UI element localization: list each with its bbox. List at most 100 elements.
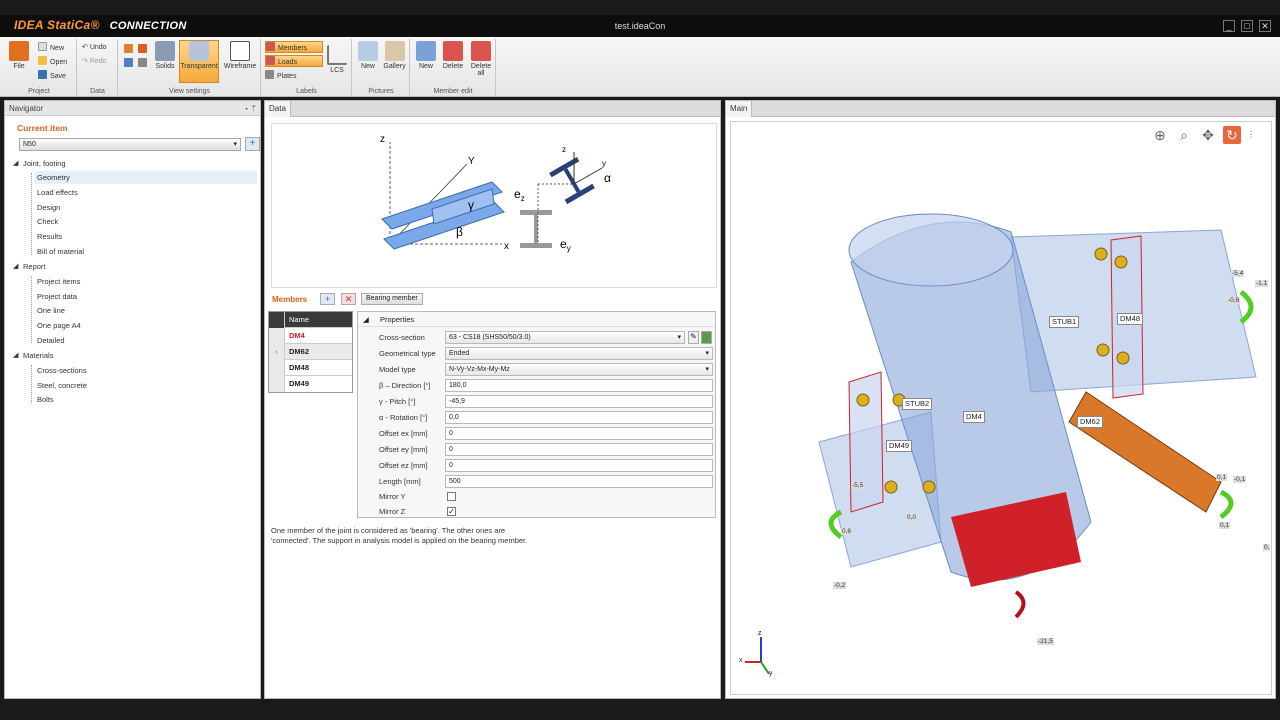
gallery-button[interactable]: Gallery xyxy=(381,41,408,70)
mirror-y-checkbox[interactable] xyxy=(447,492,456,501)
collapse-icon[interactable]: ◢ xyxy=(363,312,369,327)
transparent-icon xyxy=(189,41,209,61)
section-symbol xyxy=(520,152,603,248)
save-button[interactable]: Save xyxy=(38,70,66,82)
title-bar: IDEA StatiCa® CONNECTION test.ideaCon _ □… xyxy=(0,15,1280,37)
plates-label-icon xyxy=(265,70,274,79)
rotation-field[interactable]: 0,0 xyxy=(445,411,713,424)
new-button[interactable]: New xyxy=(38,42,64,54)
tree-line xyxy=(31,276,32,343)
loads-label-toggle[interactable]: Loads xyxy=(265,55,323,67)
tree-item-one-line[interactable]: One line xyxy=(37,304,65,317)
delete-member-button[interactable]: ✕ xyxy=(341,293,356,305)
dm49-plate xyxy=(848,371,884,513)
load-value: 0, xyxy=(1263,544,1271,551)
rotate-icon[interactable] xyxy=(124,58,133,67)
picture-new-button[interactable]: New xyxy=(356,41,380,70)
lcs-button[interactable]: LCS xyxy=(325,45,349,74)
tree-item-bill-of-material[interactable]: Bill of material xyxy=(37,245,84,258)
prop-geometrical-type: Geometrical type Ended ▾ xyxy=(374,346,715,361)
undo-button[interactable]: ↶ Undo xyxy=(82,42,107,54)
edit-icon[interactable]: ✎ xyxy=(688,331,699,344)
wireframe-icon xyxy=(230,41,250,61)
label-dm4: DM4 xyxy=(963,411,985,423)
open-button[interactable]: Open xyxy=(38,56,67,68)
fig-ez-label: ez xyxy=(514,187,525,203)
offset-ez-field[interactable]: 0 xyxy=(445,459,713,472)
wireframe-button[interactable]: Wireframe xyxy=(221,41,259,70)
member-new-button[interactable]: New xyxy=(414,41,438,70)
tree-item-steel-concrete[interactable]: Steel, concrete xyxy=(37,379,87,392)
plates-label-toggle[interactable]: Plates xyxy=(265,70,296,82)
add-member-button[interactable]: + xyxy=(320,293,335,305)
chevron-down-icon: ▾ xyxy=(677,334,681,341)
cross-section-select[interactable]: 63 - CS18 (SHS50/50/3.0) ▾ xyxy=(445,331,685,344)
prop-model-type: Model type N-Vy-Vz-Mx-My-Mz ▾ xyxy=(374,362,715,377)
redo-button[interactable]: ↷ Redo xyxy=(82,56,107,68)
tree-item-bolts[interactable]: Bolts xyxy=(37,393,54,406)
current-item-select[interactable]: N50 ▾ xyxy=(19,138,241,151)
transparent-button[interactable]: Transparent xyxy=(179,40,219,83)
table-row[interactable]: DM4 xyxy=(269,328,352,344)
tree-item-project-items[interactable]: Project items xyxy=(37,275,80,288)
members-table-header: Name xyxy=(269,312,352,328)
members-label-toggle[interactable]: Members xyxy=(265,41,323,53)
3d-model xyxy=(745,213,1257,675)
tree-item-project-data[interactable]: Project data xyxy=(37,290,77,303)
prop-offset-ey: Offset ey [mm] 0 xyxy=(374,442,715,457)
model-type-select[interactable]: N-Vy-Vz-Mx-My-Mz ▾ xyxy=(445,363,713,376)
geometrical-type-select[interactable]: Ended ▾ xyxy=(445,347,713,360)
tree-item-one-page-a4[interactable]: One page A4 xyxy=(37,319,81,332)
add-item-button[interactable]: + xyxy=(245,137,260,151)
tree-item-load-effects[interactable]: Load effects xyxy=(37,186,78,199)
offset-ex-field[interactable]: 0 xyxy=(445,427,713,440)
pitch-field[interactable]: -45,9 xyxy=(445,395,713,408)
pin-icon[interactable]: ▾ ᛘ xyxy=(244,101,256,116)
tree-item-check[interactable]: Check xyxy=(37,215,58,228)
new-section-icon[interactable] xyxy=(701,331,712,344)
file-icon xyxy=(9,41,29,61)
member-delete-button[interactable]: Delete xyxy=(440,41,466,70)
axes-icon[interactable] xyxy=(124,44,133,53)
load-value: -0,1 xyxy=(1233,476,1247,483)
tree-materials[interactable]: ◢ Materials xyxy=(13,349,53,362)
direction-field[interactable]: 180,0 xyxy=(445,379,713,392)
prop-cross-section: Cross-section 63 - CS18 (SHS50/50/3.0) ▾ ✎ xyxy=(374,330,715,345)
mirror-z-checkbox[interactable]: ✓ xyxy=(447,507,456,516)
table-row[interactable]: › DM62 xyxy=(269,344,352,360)
prop-mirror-z: Mirror Z ✓ xyxy=(379,507,456,516)
fig-gamma-label: γ xyxy=(468,198,474,212)
load-value: -5,5 xyxy=(851,482,865,489)
maximize-button[interactable]: □ xyxy=(1241,20,1253,32)
tree-item-geometry[interactable]: Geometry xyxy=(35,171,257,184)
tree-line xyxy=(31,365,32,403)
tree-item-cross-sections[interactable]: Cross-sections xyxy=(37,364,87,377)
tree-item-detailed[interactable]: Detailed xyxy=(37,334,65,347)
solids-button[interactable]: Solids xyxy=(152,41,178,70)
section-icon[interactable] xyxy=(138,44,147,53)
cube-icon[interactable] xyxy=(138,58,147,67)
load-value: 0,1 xyxy=(1216,474,1228,481)
ribbon: File New Open Save Project ↶ Undo ↷ Redo… xyxy=(0,37,1280,97)
3d-viewport[interactable]: ⊕ ⌕ ✥ ↻ ⋮ STUB1 DM48 STUB2 DM4 DM49 DM62… xyxy=(730,121,1272,695)
bearing-member-button[interactable]: Bearing member xyxy=(361,293,423,305)
tree-joint-footing[interactable]: ◢ Joint, footing xyxy=(13,157,66,170)
tab-main[interactable]: Main xyxy=(726,101,753,117)
tree-report[interactable]: ◢ Report xyxy=(13,260,46,273)
file-button[interactable]: File xyxy=(5,41,33,70)
tab-data[interactable]: Data xyxy=(265,101,291,117)
offset-ey-field[interactable]: 0 xyxy=(445,443,713,456)
table-row[interactable]: DM48 xyxy=(269,360,352,376)
axis-z-label: z xyxy=(758,630,762,637)
prop-mirror-y: Mirror Y xyxy=(374,489,715,504)
member-new-icon xyxy=(416,41,436,61)
length-field[interactable]: 500 xyxy=(445,475,713,488)
minimize-button[interactable]: _ xyxy=(1223,20,1235,32)
member-delete-all-button[interactable]: Delete all xyxy=(468,41,494,77)
close-button[interactable]: ✕ xyxy=(1259,20,1271,32)
tree-item-design[interactable]: Design xyxy=(37,201,60,214)
table-row[interactable]: DM49 xyxy=(269,376,352,392)
member-delete-icon xyxy=(443,41,463,61)
fig-x-label: x xyxy=(504,241,509,252)
tree-item-results[interactable]: Results xyxy=(37,230,62,243)
